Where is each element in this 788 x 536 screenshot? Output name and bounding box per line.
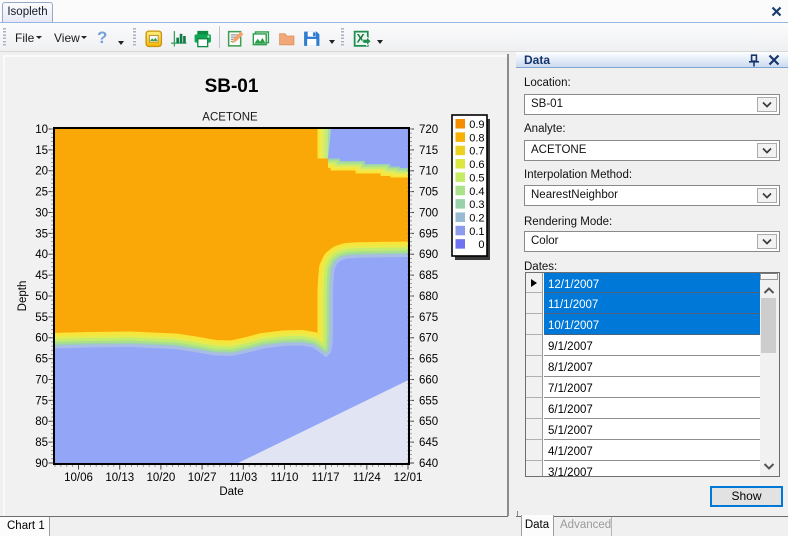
svg-text:80: 80 xyxy=(35,416,48,428)
svg-text:0.5: 0.5 xyxy=(469,172,484,184)
svg-text:90: 90 xyxy=(35,458,48,470)
svg-text:10/06: 10/06 xyxy=(64,472,93,484)
svg-text:SB-01: SB-01 xyxy=(205,76,259,97)
svg-text:700: 700 xyxy=(419,207,438,219)
svg-text:0: 0 xyxy=(478,239,484,251)
svg-text:Depth: Depth xyxy=(17,281,29,312)
svg-text:11/03: 11/03 xyxy=(229,472,257,484)
svg-text:660: 660 xyxy=(419,374,438,386)
svg-text:715: 715 xyxy=(419,145,438,157)
svg-text:11/24: 11/24 xyxy=(353,472,382,484)
svg-text:710: 710 xyxy=(419,166,438,178)
svg-text:0.7: 0.7 xyxy=(469,146,484,158)
svg-text:15: 15 xyxy=(35,145,48,157)
svg-text:20: 20 xyxy=(35,166,48,178)
svg-text:55: 55 xyxy=(35,312,48,324)
svg-text:0.2: 0.2 xyxy=(469,212,484,224)
svg-text:60: 60 xyxy=(35,333,48,345)
svg-text:70: 70 xyxy=(35,374,48,386)
svg-text:10/20: 10/20 xyxy=(147,472,176,484)
svg-text:0.1: 0.1 xyxy=(469,226,484,238)
svg-text:30: 30 xyxy=(35,207,48,219)
svg-text:75: 75 xyxy=(35,395,48,407)
svg-text:685: 685 xyxy=(419,270,438,282)
svg-text:650: 650 xyxy=(419,416,438,428)
svg-text:10/13: 10/13 xyxy=(105,472,134,484)
svg-text:11/17: 11/17 xyxy=(312,472,340,484)
svg-text:675: 675 xyxy=(419,312,438,324)
svg-text:0.8: 0.8 xyxy=(469,132,484,144)
svg-text:11/10: 11/10 xyxy=(270,472,298,484)
svg-text:690: 690 xyxy=(419,249,438,261)
svg-text:0.3: 0.3 xyxy=(469,199,484,211)
svg-text:40: 40 xyxy=(35,249,48,261)
svg-text:25: 25 xyxy=(35,187,48,199)
svg-text:ACETONE: ACETONE xyxy=(202,112,258,124)
svg-text:0.4: 0.4 xyxy=(469,186,484,198)
svg-text:680: 680 xyxy=(419,291,438,303)
svg-text:50: 50 xyxy=(35,291,48,303)
svg-text:640: 640 xyxy=(419,458,438,470)
svg-text:695: 695 xyxy=(419,228,438,240)
svg-text:65: 65 xyxy=(35,354,48,366)
svg-text:85: 85 xyxy=(35,437,48,449)
svg-text:10/27: 10/27 xyxy=(188,472,217,484)
svg-text:45: 45 xyxy=(35,270,48,282)
svg-text:705: 705 xyxy=(419,187,438,199)
svg-text:720: 720 xyxy=(419,124,438,136)
svg-text:35: 35 xyxy=(35,228,48,240)
svg-text:10: 10 xyxy=(35,124,48,136)
svg-text:645: 645 xyxy=(419,437,438,449)
svg-text:655: 655 xyxy=(419,395,438,407)
svg-text:0.6: 0.6 xyxy=(469,159,484,171)
svg-text:12/01: 12/01 xyxy=(394,472,423,484)
svg-text:665: 665 xyxy=(419,354,438,366)
svg-text:0.9: 0.9 xyxy=(469,119,484,131)
svg-text:670: 670 xyxy=(419,333,438,345)
svg-text:Date: Date xyxy=(219,486,243,498)
